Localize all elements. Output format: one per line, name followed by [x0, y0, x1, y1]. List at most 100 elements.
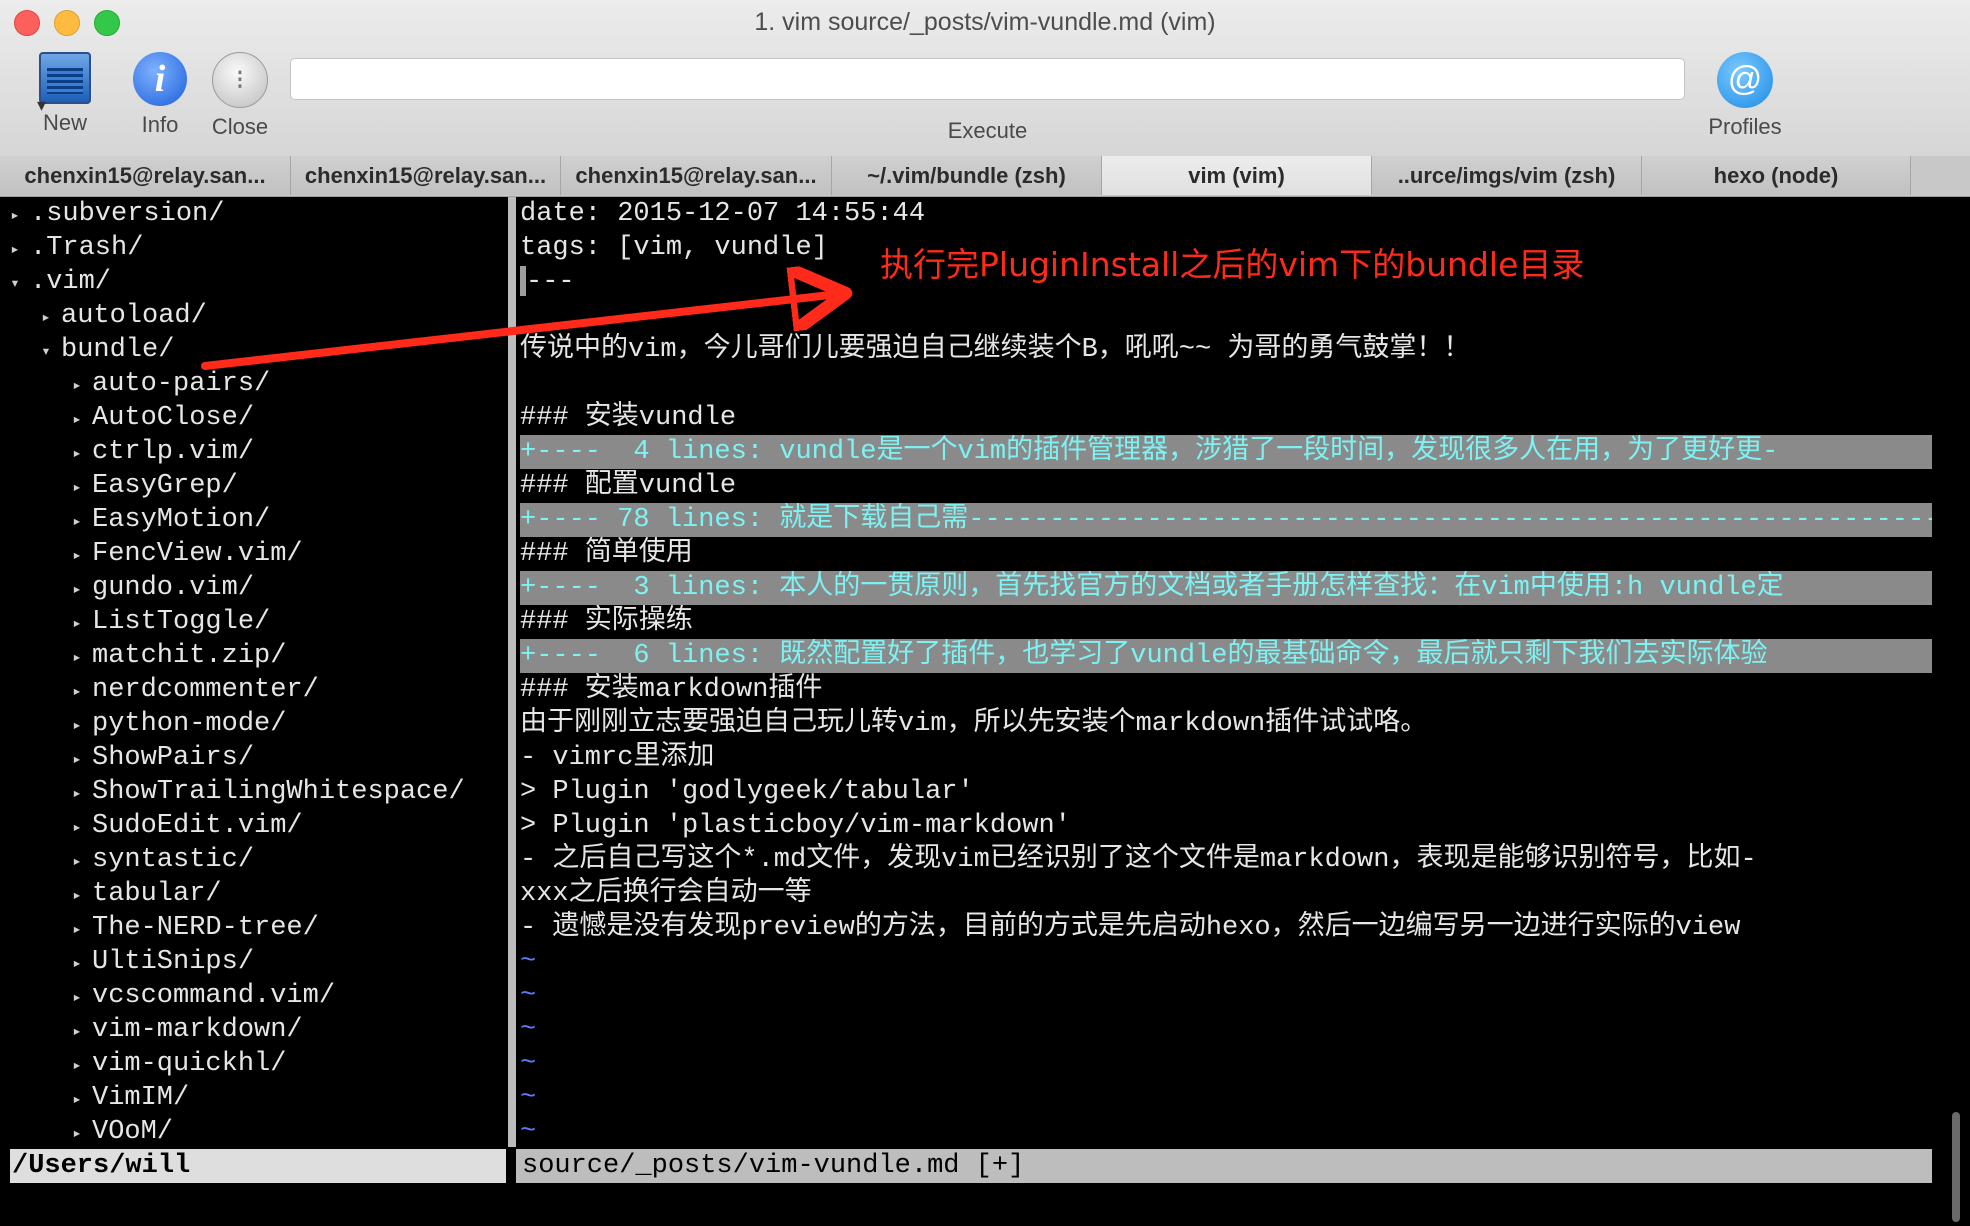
close-label: Close — [211, 114, 269, 139]
collapsed-arrow-icon: ▸ — [72, 955, 82, 973]
collapsed-arrow-icon: ▸ — [72, 785, 82, 803]
collapsed-arrow-icon: ▸ — [41, 309, 51, 327]
tree-item[interactable]: ▸ gundo.vim/ — [62, 571, 254, 605]
tree-item[interactable]: ▸ VOoM/ — [62, 1115, 173, 1147]
tree-item[interactable]: ▸ SudoEdit.vim/ — [62, 809, 302, 843]
tree-item[interactable]: ▸ vim-quickhl/ — [62, 1047, 286, 1081]
tab-relay-3[interactable]: chenxin15@relay.san... — [561, 156, 832, 195]
scrollbar[interactable] — [1945, 197, 1970, 1226]
tree-item-name: autoload/ — [61, 301, 207, 331]
text-line[interactable]: ### 实际操练 — [520, 605, 1932, 639]
text-line[interactable]: > Plugin 'plasticboy/vim-markdown' — [520, 809, 1932, 843]
tab-relay-2[interactable]: chenxin15@relay.san... — [291, 156, 561, 195]
tree-item[interactable]: ▸ syntastic/ — [62, 843, 254, 877]
tree-item[interactable]: ▸ FencView.vim/ — [62, 537, 302, 571]
collapsed-arrow-icon: ▸ — [72, 649, 82, 667]
line-text: 由于刚刚立志要强迫自己玩儿转vim，所以先安装个markdown插件试试咯。 — [520, 709, 1428, 739]
text-line[interactable] — [520, 367, 1932, 401]
text-line[interactable] — [520, 299, 1932, 333]
tree-item[interactable]: ▸ ctrlp.vim/ — [62, 435, 254, 469]
tree-item-name: The-NERD-tree/ — [92, 913, 319, 943]
text-line[interactable]: ### 简单使用 — [520, 537, 1932, 571]
tree-item[interactable]: ▸ AutoClose/ — [62, 401, 254, 435]
tree-item-name: matchit.zip/ — [92, 641, 287, 671]
scrollbar-thumb[interactable] — [1952, 1112, 1960, 1222]
info-label: Info — [141, 112, 179, 137]
empty-buffer-line[interactable]: ~ — [520, 945, 1932, 979]
text-line[interactable]: - 遗憾是没有发现preview的方法，目前的方式是先启动hexo，然后一边编写… — [520, 911, 1932, 945]
tree-item-name: VOoM/ — [92, 1117, 174, 1147]
tree-item[interactable]: ▸ EasyMotion/ — [62, 503, 270, 537]
text-line[interactable]: 由于刚刚立志要强迫自己玩儿转vim，所以先安装个markdown插件试试咯。 — [520, 707, 1932, 741]
collapsed-arrow-icon: ▸ — [10, 241, 20, 259]
tree-item[interactable]: ▸ ListToggle/ — [62, 605, 270, 639]
tab-bar: chenxin15@relay.san... chenxin15@relay.s… — [0, 156, 1970, 197]
tree-item[interactable]: ▸ vim-markdown/ — [62, 1013, 302, 1047]
tree-item[interactable]: ▸ UltiSnips/ — [62, 945, 254, 979]
fold-line[interactable]: +---- 78 lines: 就是下载自己需-----------------… — [520, 503, 1932, 537]
empty-buffer-line[interactable]: ~ — [520, 1081, 1932, 1115]
tree-item[interactable]: ▸ The-NERD-tree/ — [62, 911, 319, 945]
collapsed-arrow-icon: ▸ — [72, 1091, 82, 1109]
tree-item-name: ShowTrailingWhitespace/ — [92, 777, 465, 807]
empty-buffer-line[interactable]: ~ — [520, 1013, 1932, 1047]
tree-item[interactable]: ▸ matchit.zip/ — [62, 639, 286, 673]
empty-buffer-line[interactable]: ~ — [520, 1047, 1932, 1081]
line-text: +---- 3 lines: 本人的一贯原则，首先找官方的文档或者手册怎样查找：… — [520, 573, 1784, 603]
text-line[interactable]: - 之后自己写这个*.md文件，发现vim已经识别了这个文件是markdown，… — [520, 843, 1932, 877]
tree-item[interactable]: ▾ bundle/ — [31, 333, 174, 367]
tab-vim-bundle[interactable]: ~/.vim/bundle (zsh) — [832, 156, 1102, 195]
nerdtree-panel[interactable]: ▸ .subversion/ ▸ .Trash/ ▾ .vim/ ▸ autoload/ ▾ bu… — [0, 197, 505, 1147]
text-line[interactable]: date: 2015-12-07 14:55:44 — [520, 197, 1932, 231]
text-line[interactable]: > Plugin 'godlygeek/tabular' — [520, 775, 1932, 809]
tree-item[interactable]: ▸ autoload/ — [31, 299, 207, 333]
text-line[interactable]: ### 安装vundle — [520, 401, 1932, 435]
tree-item[interactable]: ▸ .subversion/ — [0, 197, 224, 231]
text-line[interactable]: xxx之后换行会自动一等 — [520, 877, 1932, 911]
tree-item[interactable]: ▸ vcscommand.vim/ — [62, 979, 335, 1013]
tab-relay-1[interactable]: chenxin15@relay.san... — [0, 156, 291, 195]
line-text: ### 安装vundle — [520, 403, 737, 433]
collapsed-arrow-icon: ▸ — [72, 751, 82, 769]
tree-item[interactable]: ▾ .vim/ — [0, 265, 111, 299]
line-text: ### 实际操练 — [520, 607, 693, 637]
vertical-split-divider[interactable] — [508, 197, 516, 1147]
text-line[interactable]: ### 安装markdown插件 — [520, 673, 1932, 707]
fold-line[interactable]: +---- 3 lines: 本人的一贯原则，首先找官方的文档或者手册怎样查找：… — [520, 571, 1932, 605]
line-text: ~ — [520, 1049, 537, 1079]
tree-item[interactable]: ▸ python-mode/ — [62, 707, 286, 741]
tree-item-name: vcscommand.vim/ — [92, 981, 336, 1011]
tree-item[interactable]: ▸ .Trash/ — [0, 231, 143, 265]
profiles-button[interactable]: @ Profiles — [1700, 52, 1790, 140]
terminal-area[interactable]: ▸ .subversion/ ▸ .Trash/ ▾ .vim/ ▸ autoload/ ▾ bu… — [0, 197, 1945, 1226]
line-text: ### 安装markdown插件 — [520, 675, 823, 705]
tree-item[interactable]: ▸ auto-pairs/ — [62, 367, 270, 401]
fold-line[interactable]: +---- 6 lines: 既然配置好了插件，也学习了vundle的最基础命令… — [520, 639, 1932, 673]
collapsed-arrow-icon: ▸ — [72, 989, 82, 1007]
text-line[interactable]: 传说中的vim，今儿哥们儿要强迫自己继续装个B，吼吼~~ 为哥的勇气鼓掌！！ — [520, 333, 1932, 367]
line-text: > Plugin 'plasticboy/vim-markdown' — [520, 811, 1071, 841]
editor-buffer[interactable]: date: 2015-12-07 14:55:44 tags: [vim, vun… — [520, 197, 1932, 1147]
tab-vim[interactable]: vim (vim) — [1102, 156, 1372, 195]
fold-line[interactable]: +---- 4 lines: vundle是一个vim的插件管理器，涉猎了一段时… — [520, 435, 1932, 469]
close-button[interactable]: ⁝ Close — [204, 52, 276, 140]
tree-item[interactable]: ▸ EasyGrep/ — [62, 469, 238, 503]
tree-item[interactable]: ▸ ShowTrailingWhitespace/ — [62, 775, 465, 809]
tree-item-name: tabular/ — [92, 879, 222, 909]
empty-buffer-line[interactable]: ~ — [520, 1115, 1932, 1147]
new-button[interactable]: New — [30, 52, 100, 136]
empty-buffer-line[interactable]: ~ — [520, 979, 1932, 1013]
execute-input[interactable] — [290, 58, 1685, 100]
info-button[interactable]: i Info — [128, 52, 192, 138]
tree-item[interactable]: ▸ ShowPairs/ — [62, 741, 254, 775]
line-text: - vimrc里添加 — [520, 743, 715, 773]
collapsed-arrow-icon: ▸ — [72, 1125, 82, 1143]
tab-imgs-vim[interactable]: ..urce/imgs/vim (zsh) — [1372, 156, 1642, 195]
tab-hexo[interactable]: hexo (node) — [1642, 156, 1911, 195]
tree-item[interactable]: ▸ nerdcommenter/ — [62, 673, 319, 707]
tree-item[interactable]: ▸ tabular/ — [62, 877, 222, 911]
tree-item[interactable]: ▸ VimIM/ — [62, 1081, 189, 1115]
line-text: - 之后自己写这个*.md文件，发现vim已经识别了这个文件是markdown，… — [520, 845, 1757, 875]
text-line[interactable]: ### 配置vundle — [520, 469, 1932, 503]
text-line[interactable]: - vimrc里添加 — [520, 741, 1932, 775]
